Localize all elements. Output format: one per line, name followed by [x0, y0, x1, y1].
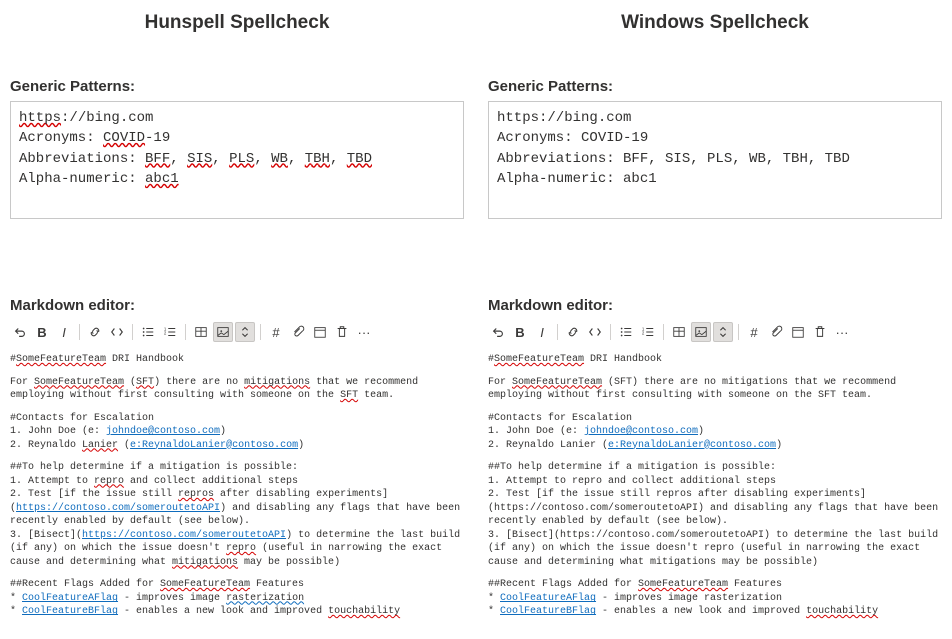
editor-toolbar: B I 12 # ··· — [488, 320, 942, 347]
pattern-line-abbrev: Abbreviations: BFF, SIS, PLS, WB, TBH, T… — [497, 149, 933, 169]
image-icon[interactable] — [691, 322, 711, 342]
hash-icon[interactable]: # — [744, 322, 764, 342]
markdown-editor-label: Markdown editor: — [488, 297, 942, 314]
generic-patterns-label: Generic Patterns: — [488, 78, 942, 95]
pattern-line-url: https://bing.com — [19, 108, 455, 128]
italic-icon[interactable]: I — [532, 322, 552, 342]
link-icon[interactable] — [85, 322, 105, 342]
updown-icon[interactable] — [235, 322, 255, 342]
toolbar-separator — [610, 324, 611, 340]
updown-icon[interactable] — [713, 322, 733, 342]
generic-patterns-box[interactable]: https://bing.com Acronyms: COVID-19 Abbr… — [10, 101, 464, 219]
undo-icon[interactable] — [488, 322, 508, 342]
trash-icon[interactable] — [332, 322, 352, 342]
ul-icon[interactable] — [138, 322, 158, 342]
toolbar-separator — [79, 324, 80, 340]
trash-icon[interactable] — [810, 322, 830, 342]
toolbar-separator — [663, 324, 664, 340]
windows-column: Windows Spellcheck Generic Patterns: htt… — [488, 12, 942, 619]
undo-icon[interactable] — [10, 322, 30, 342]
toolbar-separator — [132, 324, 133, 340]
bold-icon[interactable]: B — [32, 322, 52, 342]
pattern-line-url: https://bing.com — [497, 108, 933, 128]
pattern-line-acronyms: Acronyms: COVID-19 — [19, 128, 455, 148]
image-icon[interactable] — [213, 322, 233, 342]
table-icon[interactable] — [669, 322, 689, 342]
more-icon[interactable]: ··· — [832, 322, 852, 342]
paperclip-icon[interactable] — [288, 322, 308, 342]
more-icon[interactable]: ··· — [354, 322, 374, 342]
generic-patterns-box[interactable]: https://bing.com Acronyms: COVID-19 Abbr… — [488, 101, 942, 219]
italic-icon[interactable]: I — [54, 322, 74, 342]
markdown-content[interactable]: #SomeFeatureTeam DRI Handbook For SomeFe… — [10, 353, 464, 619]
hunspell-column: Hunspell Spellcheck Generic Patterns: ht… — [10, 12, 464, 619]
comparison-page: Hunspell Spellcheck Generic Patterns: ht… — [0, 0, 952, 639]
code-icon[interactable] — [585, 322, 605, 342]
pattern-line-alnum: Alpha-numeric: abc1 — [19, 169, 455, 189]
svg-text:2: 2 — [164, 331, 167, 336]
hunspell-title: Hunspell Spellcheck — [10, 12, 464, 34]
editor-toolbar: B I 12 # ··· — [10, 320, 464, 347]
toolbar-separator — [557, 324, 558, 340]
svg-text:2: 2 — [642, 331, 645, 336]
generic-patterns-label: Generic Patterns: — [10, 78, 464, 95]
paperclip-icon[interactable] — [766, 322, 786, 342]
hash-icon[interactable]: # — [266, 322, 286, 342]
markdown-content[interactable]: #SomeFeatureTeam DRI Handbook For SomeFe… — [488, 353, 942, 619]
toolbar-separator — [185, 324, 186, 340]
toolbar-separator — [260, 324, 261, 340]
link-icon[interactable] — [563, 322, 583, 342]
bold-icon[interactable]: B — [510, 322, 530, 342]
toolbar-separator — [738, 324, 739, 340]
ul-icon[interactable] — [616, 322, 636, 342]
markdown-editor-label: Markdown editor: — [10, 297, 464, 314]
code-icon[interactable] — [107, 322, 127, 342]
pattern-line-acronyms: Acronyms: COVID-19 — [497, 128, 933, 148]
table-icon[interactable] — [191, 322, 211, 342]
calendar-icon[interactable] — [788, 322, 808, 342]
ol-icon[interactable]: 12 — [160, 322, 180, 342]
ol-icon[interactable]: 12 — [638, 322, 658, 342]
windows-title: Windows Spellcheck — [488, 12, 942, 34]
pattern-line-alnum: Alpha-numeric: abc1 — [497, 169, 933, 189]
calendar-icon[interactable] — [310, 322, 330, 342]
pattern-line-abbrev: Abbreviations: BFF, SIS, PLS, WB, TBH, T… — [19, 149, 455, 169]
